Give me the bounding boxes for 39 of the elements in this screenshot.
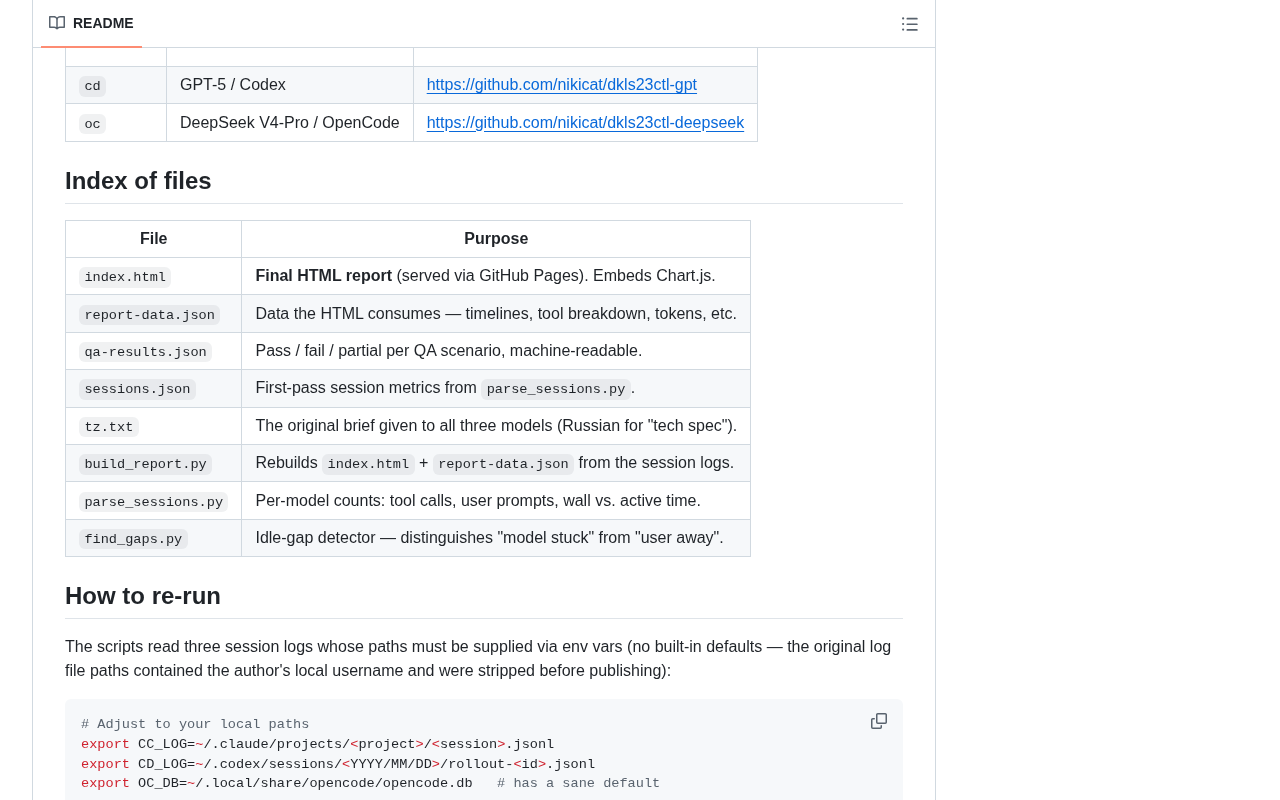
copy-icon xyxy=(871,713,887,730)
file-name: sessions.json xyxy=(79,379,196,400)
code-line: export CD_LOG=~/.codex/sessions/<YYYY/MM/DD>/rollout-<id>.jsonl xyxy=(81,755,596,774)
cell-text: Final HTML report (served via GitHub Pages). Embeds Chart.js. xyxy=(255,267,716,285)
cell-text: Data the HTML consumes — timelines, tool breakdown, tokens, etc. xyxy=(255,304,737,322)
inline-code: cd xyxy=(79,76,107,97)
inline-code: oc xyxy=(79,113,107,135)
section-heading: Index of files xyxy=(65,165,903,204)
file-name: report-data.json xyxy=(79,304,221,326)
code-line: export CC_LOG=~/.claude/projects/<project>/<session>.jsonl xyxy=(81,736,555,754)
book-icon xyxy=(49,15,65,31)
inline-code: report-data.json xyxy=(432,454,575,475)
paragraph-text: The scripts read three session logs whose paths must be supplied via env vars (no built-in defaults — the original log file paths contained the author's local username and were stripped before publishing): xyxy=(65,637,893,682)
cell-text: The original brief given to all three models (Russian for "tech spec"). xyxy=(255,416,738,434)
section-heading: How to re-run xyxy=(65,581,903,620)
file-name: tz.txt xyxy=(79,416,139,438)
cell-text: Per-model counts: tool calls, user prompts, wall vs. active time. xyxy=(255,491,701,509)
readme-tab[interactable]: README xyxy=(41,0,142,48)
file-name: parse_sessions.py xyxy=(79,491,229,512)
cell-text: Pass / fail / partial per QA scenario, machine-readable. xyxy=(255,341,643,359)
file-name: find_gaps.py xyxy=(79,529,188,550)
list-icon xyxy=(902,16,918,32)
cell-text: GPT-5 / Codex xyxy=(180,76,286,94)
cell-text: + xyxy=(417,453,430,471)
file-name: index.html xyxy=(79,267,172,288)
file-name: build_report.py xyxy=(79,454,213,475)
cell-text: First-pass session metrics from xyxy=(255,379,478,397)
cell-text: . xyxy=(630,379,636,397)
cell-text: from the session logs. xyxy=(577,453,735,471)
file-name: qa-results.json xyxy=(79,342,213,363)
inline-code: index.html xyxy=(322,454,415,475)
code-line: # Adjust to your local paths xyxy=(81,716,310,735)
cell-text: Rebuilds xyxy=(255,453,319,471)
column-header: File xyxy=(65,220,242,258)
cell-text: Idle-gap detector — distinguishes "model stuck" from "user away". xyxy=(255,528,724,546)
inline-code: parse_sessions.py xyxy=(481,379,631,400)
code-line: export OC_DB=~/.local/share/opencode/opencode.db # has a sane default xyxy=(81,775,661,794)
cell-text: DeepSeek V4-Pro / OpenCode xyxy=(180,113,400,131)
column-header: Purpose xyxy=(241,220,751,258)
